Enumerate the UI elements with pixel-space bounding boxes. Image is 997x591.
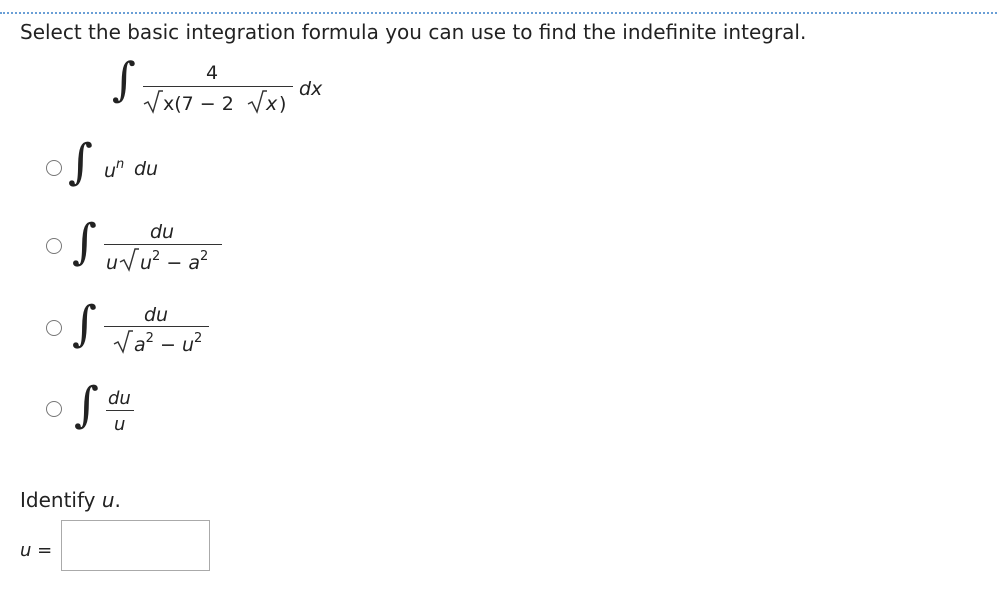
integral-sign-icon: ∫ <box>72 214 98 270</box>
integral-denominator-part1: x(7 − 2 <box>163 93 234 115</box>
integral-fraction-bar <box>143 86 293 87</box>
u-answer-input[interactable] <box>61 520 210 571</box>
option-c-radicand: a2 − u2 <box>134 331 203 356</box>
integral-differential: dx <box>299 78 323 100</box>
question-prompt: Select the basic integration formula you… <box>20 20 807 44</box>
option-d-numerator: du <box>108 388 131 409</box>
option-b-radicand: u2 − a2 <box>140 249 209 274</box>
integral-sign-icon: ∫ <box>112 52 136 106</box>
radio-option-a[interactable] <box>46 160 62 176</box>
sqrt-icon <box>143 90 163 114</box>
radio-option-b[interactable] <box>46 238 62 254</box>
radio-option-c[interactable] <box>46 320 62 336</box>
option-a-base: un <box>104 157 125 182</box>
integral-sign-icon: ∫ <box>68 134 94 190</box>
integral-sign-icon: ∫ <box>72 296 98 352</box>
option-a-differential: du <box>134 158 159 180</box>
option-d-denominator: u <box>114 414 126 435</box>
integral-numerator: 4 <box>206 62 219 84</box>
option-b-prefix: u <box>106 252 119 274</box>
radio-option-d[interactable] <box>46 401 62 417</box>
integral-sign-icon: ∫ <box>74 377 100 433</box>
option-b-numerator: du <box>150 221 175 243</box>
sqrt-icon-inner <box>247 90 267 114</box>
answer-label: u = <box>20 540 53 561</box>
top-dotted-divider <box>0 12 997 14</box>
sqrt-icon <box>119 248 139 272</box>
sqrt-icon <box>113 330 133 354</box>
option-c-numerator: du <box>144 304 169 326</box>
identify-prompt: Identify u. <box>20 488 121 512</box>
option-b-fraction-bar <box>104 244 222 245</box>
integral-denominator-part3: ) <box>279 93 287 115</box>
option-d-fraction-bar <box>106 410 134 411</box>
option-c-fraction-bar <box>104 326 209 327</box>
integral-denominator-inner-x: x <box>266 93 278 115</box>
